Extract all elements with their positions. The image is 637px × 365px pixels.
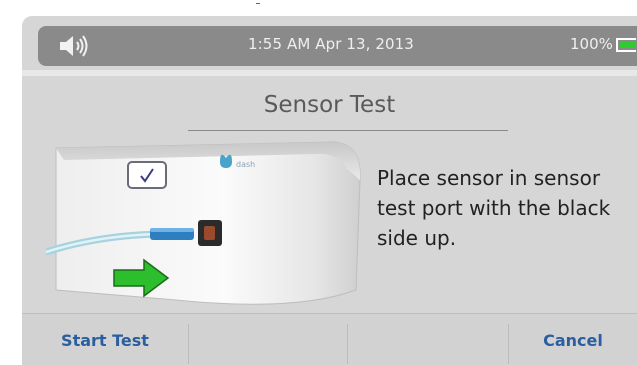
top-mark	[256, 3, 260, 4]
battery-icon	[616, 38, 636, 52]
header-band	[22, 70, 637, 76]
start-test-button[interactable]: Start Test	[22, 314, 188, 365]
status-bar: 1:55 AM Apr 13, 2013 100%	[38, 26, 637, 66]
speaker-icon[interactable]	[58, 35, 92, 57]
battery-level-fill	[620, 42, 636, 48]
sensor-port-illustration: dash	[46, 141, 361, 305]
page-title: Sensor Test	[263, 92, 396, 118]
instruction-text: Place sensor in sensor test port with th…	[377, 166, 611, 250]
softkey-blank-1[interactable]	[189, 314, 347, 365]
cancel-button[interactable]: Cancel	[509, 314, 637, 365]
mini-checkbox	[127, 161, 167, 189]
datetime-readout: 1:55 AM Apr 13, 2013	[248, 35, 414, 53]
title-underline	[188, 130, 508, 131]
battery-percent: 100%	[570, 35, 613, 53]
softkey-bar: Start Test Cancel	[22, 313, 637, 365]
device-screen: 1:55 AM Apr 13, 2013 100% Sensor Test da…	[22, 16, 637, 365]
brand-mark: dash	[236, 160, 255, 169]
softkey-blank-2[interactable]	[348, 314, 508, 365]
